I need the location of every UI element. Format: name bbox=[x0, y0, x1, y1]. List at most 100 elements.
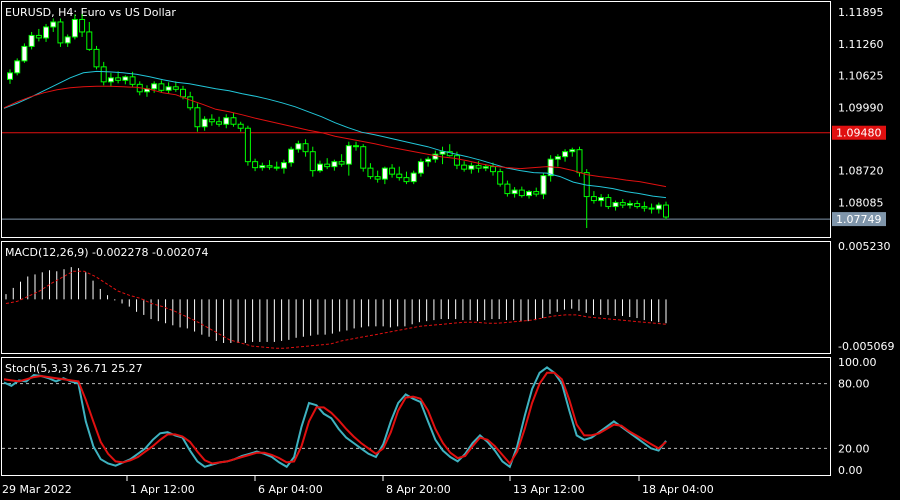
bearish-candle bbox=[172, 86, 179, 90]
bearish-candle bbox=[93, 48, 100, 68]
bullish-candle bbox=[425, 158, 432, 163]
bearish-candle bbox=[158, 83, 165, 91]
bearish-candle bbox=[634, 203, 641, 208]
macd-tick-label: 0.005230 bbox=[838, 240, 891, 253]
time-tick-label: 13 Apr 12:00 bbox=[513, 483, 585, 496]
bullish-candle bbox=[626, 203, 633, 206]
macd-title: MACD(12,26,9) -0.002278 -0.002074 bbox=[5, 246, 208, 259]
price-tick-label: 1.08720 bbox=[838, 165, 884, 178]
bullish-candle bbox=[316, 163, 323, 172]
bullish-candle bbox=[223, 117, 230, 125]
bearish-candle bbox=[453, 155, 460, 166]
bearish-candle bbox=[194, 107, 201, 128]
bearish-candle bbox=[79, 18, 86, 33]
time-tick-label: 1 Apr 12:00 bbox=[130, 483, 195, 496]
bearish-candle bbox=[353, 145, 360, 148]
stoch-tick-label: 100.00 bbox=[838, 356, 877, 369]
bearish-candle bbox=[504, 183, 511, 195]
bearish-candle bbox=[216, 121, 223, 125]
bullish-candle bbox=[569, 149, 576, 153]
bullish-candle bbox=[71, 18, 78, 38]
bearish-candle bbox=[389, 167, 396, 175]
stoch-title: Stoch(5,3,3) 26.71 25.27 bbox=[5, 362, 143, 375]
bearish-candle bbox=[648, 207, 655, 210]
stoch-tick-label: 20.00 bbox=[838, 442, 870, 455]
bullish-candle bbox=[655, 204, 662, 210]
bullish-candle bbox=[21, 45, 28, 62]
price-tick-label: 1.11260 bbox=[838, 38, 884, 51]
bullish-candle bbox=[7, 72, 13, 80]
bearish-candle bbox=[590, 196, 597, 202]
bearish-candle bbox=[309, 151, 316, 172]
bullish-candle bbox=[14, 60, 21, 74]
bullish-candle bbox=[540, 175, 547, 195]
bearish-candle bbox=[475, 165, 482, 169]
bearish-candle bbox=[489, 166, 496, 173]
bearish-candle bbox=[396, 173, 403, 179]
bullish-candle bbox=[598, 197, 605, 202]
bearish-candle bbox=[187, 96, 194, 109]
bullish-candle bbox=[122, 76, 129, 81]
bearish-candle bbox=[533, 191, 540, 195]
price-chart-title: EURUSD, H4: Euro vs US Dollar bbox=[5, 6, 176, 19]
bearish-candle bbox=[273, 166, 280, 169]
price-tick-label: 1.08085 bbox=[838, 196, 884, 209]
bearish-candle bbox=[518, 189, 525, 197]
time-tick-label: 8 Apr 20:00 bbox=[386, 483, 451, 496]
time-tick-label: 29 Mar 2022 bbox=[2, 483, 72, 496]
bullish-candle bbox=[526, 191, 533, 197]
time-tick-label: 18 Apr 04:00 bbox=[642, 483, 714, 496]
bullish-candle bbox=[280, 162, 287, 169]
bullish-candle bbox=[417, 161, 424, 174]
bearish-candle bbox=[360, 146, 367, 169]
bearish-candle bbox=[605, 197, 612, 208]
bullish-candle bbox=[64, 36, 71, 44]
bearish-candle bbox=[576, 149, 583, 174]
price-tick-label: 1.09990 bbox=[838, 101, 884, 114]
bearish-candle bbox=[374, 176, 381, 180]
bullish-candle bbox=[482, 166, 489, 169]
bullish-candle bbox=[511, 189, 518, 195]
bullish-candle bbox=[410, 172, 417, 183]
time-tick-label: 6 Apr 04:00 bbox=[258, 483, 323, 496]
bullish-candle bbox=[612, 202, 619, 208]
stoch-tick-label: 0.00 bbox=[838, 464, 863, 477]
bearish-candle bbox=[252, 161, 259, 169]
bullish-candle bbox=[201, 118, 208, 128]
stoch-tick-label: 80.00 bbox=[838, 378, 870, 391]
bullish-candle bbox=[345, 145, 352, 165]
chart-window: EURUSD, H4: Euro vs US Dollar MACD(12,26… bbox=[0, 0, 900, 500]
bid-price-label: 1.07749 bbox=[836, 213, 882, 226]
bullish-candle bbox=[259, 165, 266, 169]
bullish-candle bbox=[50, 21, 57, 28]
bearish-candle bbox=[302, 143, 309, 153]
bullish-candle bbox=[43, 26, 50, 39]
macd-tick-label: -0.005069 bbox=[838, 340, 894, 353]
bullish-candle bbox=[331, 161, 338, 168]
bullish-candle bbox=[295, 143, 302, 150]
bearish-candle bbox=[86, 31, 93, 50]
bearish-candle bbox=[619, 202, 626, 206]
bearish-candle bbox=[367, 167, 374, 178]
bearish-candle bbox=[324, 163, 331, 168]
bearish-candle bbox=[663, 204, 669, 218]
price-tick-label: 1.11895 bbox=[838, 6, 884, 19]
bearish-candle bbox=[35, 34, 42, 39]
bearish-candle bbox=[237, 123, 244, 129]
bullish-candle bbox=[107, 77, 114, 83]
bearish-candle bbox=[403, 177, 410, 183]
bullish-candle bbox=[562, 151, 569, 158]
bearish-candle bbox=[208, 118, 215, 123]
bullish-candle bbox=[28, 34, 35, 47]
bearish-candle bbox=[497, 171, 504, 185]
bullish-candle bbox=[554, 156, 561, 160]
bullish-candle bbox=[288, 148, 295, 164]
bearish-candle bbox=[230, 117, 237, 125]
bearish-candle bbox=[266, 165, 273, 168]
price-tick-label: 1.10625 bbox=[838, 70, 884, 83]
resistance-price-label: 1.09480 bbox=[836, 127, 882, 140]
bearish-candle bbox=[461, 164, 468, 170]
bullish-candle bbox=[381, 167, 388, 180]
bearish-candle bbox=[115, 77, 122, 81]
bearish-candle bbox=[244, 127, 251, 163]
